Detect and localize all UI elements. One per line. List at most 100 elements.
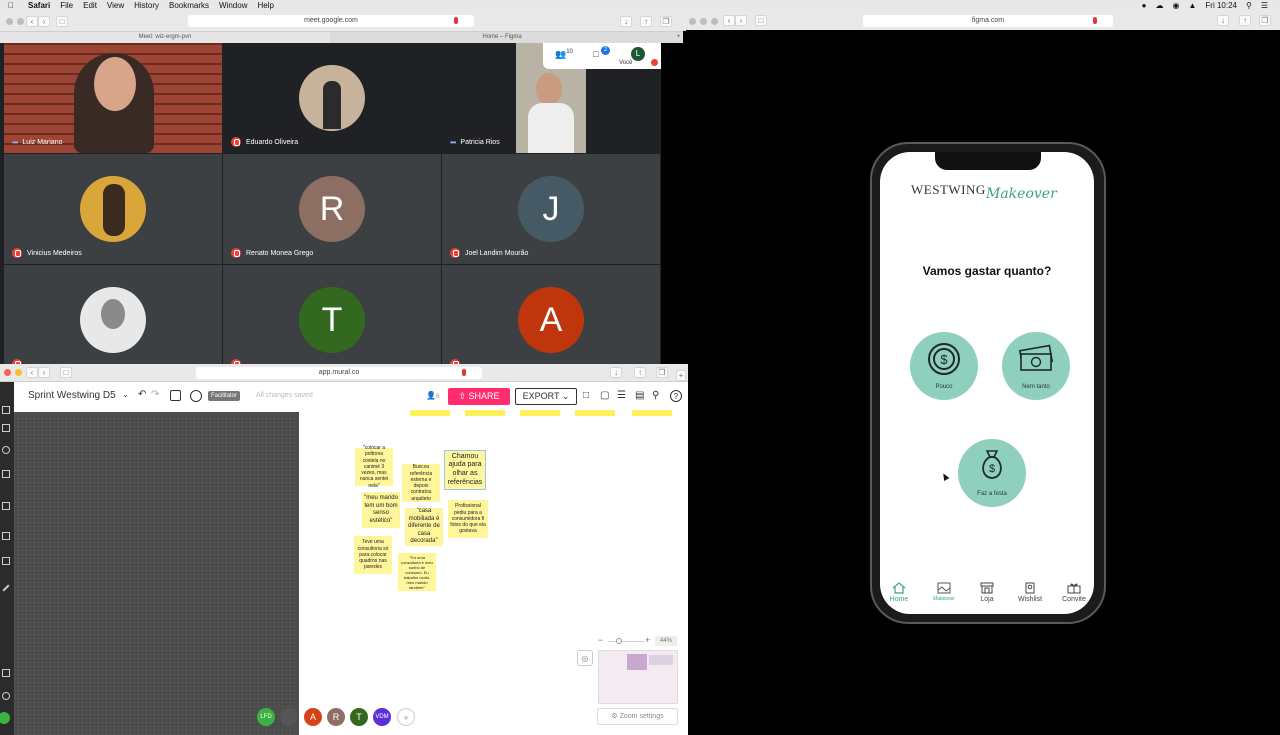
facilitator-badge[interactable]: Facilitator	[208, 391, 241, 401]
forward-button[interactable]: ›	[38, 367, 50, 378]
address-bar[interactable]: figma.com	[863, 15, 1113, 27]
download-button[interactable]: ↓	[610, 367, 622, 378]
tab-home[interactable]: Home	[881, 582, 917, 603]
collaborator-avatar[interactable]: T	[350, 708, 368, 726]
file-tool-icon[interactable]	[2, 557, 10, 565]
search-icon[interactable]: ⚲	[1246, 1, 1252, 10]
undo-icon[interactable]: ↶	[138, 389, 146, 400]
forward-button[interactable]: ›	[38, 16, 50, 27]
comments-icon[interactable]: □	[583, 390, 589, 401]
address-bar[interactable]: meet.google.com	[188, 15, 474, 27]
participant-tile[interactable]: A	[442, 265, 660, 366]
back-button[interactable]: ‹	[26, 16, 38, 27]
menu-view[interactable]: View	[107, 0, 124, 11]
help-icon[interactable]: ?	[670, 390, 682, 402]
sticky-note[interactable]: Profissional pediu para a consumidora fi…	[448, 500, 488, 538]
chat-button[interactable]: □	[593, 49, 598, 59]
sticky-note[interactable]: Chamou ajuda para olhar as referências	[444, 450, 486, 490]
timer-icon[interactable]	[190, 390, 202, 402]
draw-tool-icon[interactable]	[2, 584, 10, 592]
board-title[interactable]: Sprint Westwing D5	[28, 390, 116, 401]
viewers-icon[interactable]: 👤6	[426, 391, 439, 400]
user-status-dot[interactable]	[0, 712, 10, 724]
sidebar-button[interactable]: □	[56, 16, 68, 27]
participant-tile[interactable]	[4, 265, 222, 366]
collaborator-avatar[interactable]: R	[327, 708, 345, 726]
address-bar[interactable]: app.mural.co	[196, 367, 482, 379]
people-button[interactable]: 👥10	[555, 49, 573, 60]
zoom-in-button[interactable]: +	[645, 635, 650, 645]
frame-icon[interactable]	[170, 390, 181, 401]
tab-wishlist[interactable]: Wishlist	[1012, 582, 1048, 603]
participant-tile[interactable]: R Renato Monea Grego	[223, 154, 441, 264]
help-icon[interactable]	[2, 692, 10, 700]
participant-tile[interactable]: J Joel Landim Mourão	[442, 154, 660, 264]
participant-tile[interactable]: ••• Luiz Mariano	[4, 43, 222, 153]
tab-makeover[interactable]: Makeover	[926, 582, 962, 602]
back-button[interactable]: ‹	[26, 367, 38, 378]
tab-figma[interactable]: Home – Figma	[332, 32, 672, 43]
sticky-tool-icon[interactable]	[2, 424, 10, 432]
download-button[interactable]: ↓	[1217, 15, 1229, 26]
activity-icon[interactable]: ☰	[617, 390, 626, 401]
chat-icon[interactable]: ▢	[600, 390, 609, 401]
redo-icon[interactable]: ↷	[151, 389, 159, 400]
sticky-note[interactable]: "Tor uma consultoria é meu sonho de cons…	[398, 553, 436, 591]
menu-file[interactable]: File	[60, 0, 73, 11]
creative-cloud-icon[interactable]: ☁	[1155, 1, 1163, 10]
tab-loja[interactable]: Loja	[969, 582, 1005, 603]
menu-window[interactable]: Window	[219, 0, 247, 11]
tab-meet[interactable]: Meet: wiz-ergm-pvn	[0, 32, 330, 43]
window-controls[interactable]	[689, 18, 718, 25]
search-icon[interactable]: ⚲	[652, 390, 659, 401]
add-collaborator-button[interactable]: +	[397, 708, 415, 726]
share-button[interactable]: ↑	[640, 16, 652, 27]
wifi-icon[interactable]: ▲	[1188, 1, 1196, 10]
image-tool-icon[interactable]	[2, 532, 10, 540]
zoom-slider[interactable]	[608, 638, 644, 644]
share-button[interactable]: ↑	[634, 367, 646, 378]
download-button[interactable]: ↓	[620, 16, 632, 27]
menu-edit[interactable]: Edit	[83, 0, 97, 11]
share-button[interactable]: ↑	[1239, 15, 1251, 26]
sticky-note[interactable]: "colocar a poltrona costela no canimé 3 …	[355, 445, 393, 489]
option-nem-tanto[interactable]: Nem tanto	[1002, 332, 1070, 400]
zoom-slider-handle[interactable]	[616, 638, 622, 644]
export-button[interactable]: EXPORT ⌄	[515, 388, 577, 405]
menu-bookmarks[interactable]: Bookmarks	[169, 0, 209, 11]
apple-menu-icon[interactable]: 	[8, 0, 14, 11]
collaborator-avatar[interactable]: A	[304, 708, 322, 726]
sticky-note[interactable]: "meu marido tem um bom senso estético"	[362, 492, 400, 528]
menu-help[interactable]: Help	[257, 0, 273, 11]
collaborator-avatar[interactable]: VDM	[373, 708, 391, 726]
tabs-button[interactable]: ❐	[660, 16, 672, 27]
option-faz-a-festa[interactable]: $ Faz a festa	[958, 439, 1026, 507]
self-avatar[interactable]: L	[631, 47, 645, 61]
collaborator-avatar[interactable]: LFD	[257, 708, 275, 726]
back-button[interactable]: ‹	[723, 15, 735, 26]
sidebar-button[interactable]: □	[60, 367, 72, 378]
sidebar-button[interactable]: □	[755, 15, 767, 26]
control-center-icon[interactable]: ☰	[1261, 1, 1268, 10]
microphone-icon[interactable]: ●	[1142, 1, 1147, 10]
record-icon[interactable]: ◉	[1172, 1, 1179, 10]
panel-icon[interactable]	[2, 669, 10, 677]
tab-convite[interactable]: Convite	[1056, 582, 1092, 603]
participant-tile[interactable]: Eduardo Oliveira	[223, 43, 441, 153]
forward-button[interactable]: ›	[735, 15, 747, 26]
zoom-level[interactable]: 44%	[655, 636, 677, 646]
shape-tool-icon[interactable]	[2, 470, 10, 478]
share-button[interactable]: ⇧ SHARE	[448, 388, 510, 405]
tabs-button[interactable]: ❐	[656, 367, 668, 378]
sticky-note[interactable]: Teve uma consultoria só para colocar qua…	[354, 536, 392, 574]
minimap[interactable]	[598, 650, 678, 704]
menu-history[interactable]: History	[134, 0, 159, 11]
zoom-settings-button[interactable]: ⚙ Zoom settings	[597, 708, 678, 725]
zoom-out-button[interactable]: −	[598, 635, 603, 645]
sticky-note[interactable]: "casa mobiliada é diferente de casa deco…	[405, 508, 443, 546]
sticky-note[interactable]: Buscou referência externa e depois contr…	[402, 464, 440, 502]
select-tool-icon[interactable]	[2, 406, 10, 414]
participant-tile[interactable]: Vinicius Medeiros	[4, 154, 222, 264]
clock[interactable]: Fri 10:24	[1205, 1, 1237, 10]
new-tab-button[interactable]: +	[674, 32, 683, 43]
